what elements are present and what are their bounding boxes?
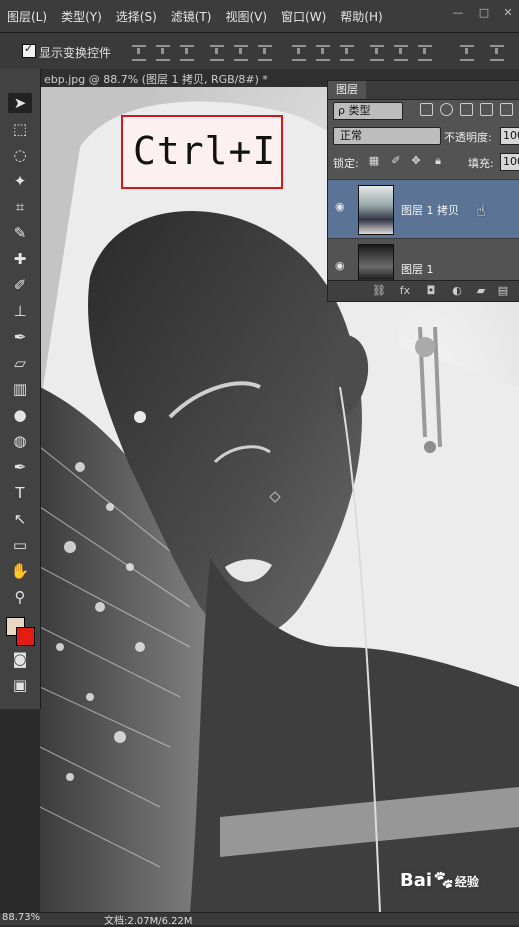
path-selection-tool-icon[interactable]: ↖ [8,509,32,529]
filter-type-icon[interactable] [460,103,473,116]
blur-tool-icon[interactable]: ● [8,405,32,425]
crop-tool-icon[interactable]: ⌗ [8,197,32,217]
close-icon[interactable]: ✕ [498,6,518,22]
clone-stamp-tool-icon[interactable]: ⊥ [8,301,32,321]
show-transform-checkbox[interactable] [22,42,36,58]
align-left-icon[interactable] [210,45,224,61]
new-group-icon[interactable]: ▰ [474,284,488,298]
lasso-tool-icon[interactable]: ◌ [8,145,32,165]
tab-layers[interactable]: 图层 [328,81,366,99]
document-size: 文档:2.07M/6.22M [104,916,193,927]
add-mask-icon[interactable]: ◘ [424,284,438,298]
distribute-top-icon[interactable] [292,45,306,61]
filter-adjustment-icon[interactable] [440,103,453,116]
menu-bar: 图层(L) 类型(Y) 选择(S) 滤镜(T) 视图(V) 窗口(W) 帮助(H… [0,0,519,33]
layer-thumbnail [358,185,394,235]
fill-input[interactable]: 100 [500,153,519,171]
zoom-level[interactable]: 88.73% [2,912,40,923]
pointer-hand-icon: ☝ [476,201,486,220]
new-layer-icon[interactable]: ▤ [496,284,510,298]
menu-type[interactable]: 类型(Y) [54,8,109,25]
shortcut-callout: Ctrl+I [121,115,283,189]
lock-label: 锁定: [333,157,359,170]
layer-style-fx-icon[interactable]: fx [398,284,412,298]
3d-mode-icon[interactable] [490,45,504,61]
background-color-swatch[interactable] [16,627,35,646]
layer-row[interactable]: ◉ 图层 1 拷贝 ☝ [328,179,519,238]
magic-wand-tool-icon[interactable]: ✦ [8,171,32,191]
filter-pixel-icon[interactable] [420,103,433,116]
lock-all-icon[interactable]: 🔒︎ [432,155,444,167]
auto-align-icon[interactable] [460,45,474,61]
link-layers-icon[interactable]: ⛓ [372,284,386,298]
blend-mode-select[interactable]: 正常 [333,127,441,145]
distribute-left-icon[interactable] [370,45,384,61]
visibility-eye-icon[interactable]: ◉ [335,260,349,271]
brush-tool-icon[interactable]: ✐ [8,275,32,295]
opacity-label: 不透明度: [444,131,492,144]
distribute-bottom-icon[interactable] [340,45,354,61]
align-top-icon[interactable] [132,45,146,61]
gradient-tool-icon[interactable]: ▥ [8,379,32,399]
shortcut-callout-text: Ctrl+I [133,129,277,173]
lock-transparent-icon[interactable]: ▦ [368,155,380,167]
screen-mode-icon[interactable]: ▣ [8,675,32,695]
distribute-vcenter-icon[interactable] [316,45,330,61]
filter-smart-object-icon[interactable] [500,103,513,116]
menu-layer[interactable]: 图层(L) [0,8,54,25]
paw-icon: 🐾︎ [432,870,455,891]
dodge-tool-icon[interactable]: ◍ [8,431,32,451]
opacity-input[interactable]: 100 [500,127,519,145]
show-transform-label: 显示变换控件 [39,46,112,60]
zoom-tool-icon[interactable]: ⚲ [8,587,32,607]
filter-shape-icon[interactable] [480,103,493,116]
menu-help[interactable]: 帮助(H) [333,8,389,25]
distribute-hcenter-icon[interactable] [394,45,408,61]
align-hcenter-icon[interactable] [234,45,248,61]
layer-name: 图层 1 拷贝 [401,204,459,217]
minimize-icon[interactable]: — [448,6,468,22]
rectangle-tool-icon[interactable]: ▭ [8,535,32,555]
pen-tool-icon[interactable]: ✒ [8,457,32,477]
layers-panel: 图层 ρ 类型 正常 不透明度: 100 锁定: ▦ ✐ ✥ 🔒︎ 填充: 10… [327,80,519,302]
align-vcenter-icon[interactable] [156,45,170,61]
type-tool-icon[interactable]: T [8,483,32,503]
layer-name: 图层 1 [401,263,434,276]
menu-select[interactable]: 选择(S) [109,8,164,25]
hand-tool-icon[interactable]: ✋ [8,561,32,581]
options-bar: 显示变换控件 [0,33,519,70]
baidu-watermark: Bai🐾︎经验 [400,870,479,891]
status-bar: 88.73% 文档:2.07M/6.22M [0,912,519,927]
fill-label: 填充: [468,157,494,170]
adjustment-layer-icon[interactable]: ◐ [450,284,464,298]
tools-panel: ➤ ⬚ ◌ ✦ ⌗ ✎ ✚ ✐ ⊥ ✒ ▱ ▥ ● ◍ ✒ T ↖ ▭ ✋ ⚲ … [0,69,41,709]
marquee-tool-icon[interactable]: ⬚ [8,119,32,139]
align-bottom-icon[interactable] [180,45,194,61]
history-brush-tool-icon[interactable]: ✒ [8,327,32,347]
healing-brush-tool-icon[interactable]: ✚ [8,249,32,269]
visibility-eye-icon[interactable]: ◉ [335,201,349,212]
distribute-right-icon[interactable] [418,45,432,61]
watermark-brand: Bai [400,870,433,891]
menu-filter[interactable]: 滤镜(T) [164,8,219,25]
eraser-tool-icon[interactable]: ▱ [8,353,32,373]
lock-position-icon[interactable]: ✥ [410,155,422,167]
watermark-brand-tail: 经验 [454,875,479,889]
lock-image-icon[interactable]: ✐ [390,155,402,167]
maximize-icon[interactable]: □ [474,6,494,22]
quick-mask-icon[interactable]: ◙ [8,649,32,669]
menu-view[interactable]: 视图(V) [218,8,274,25]
move-tool-icon[interactable]: ➤ [8,93,32,113]
layer-filter-select[interactable]: ρ 类型 [333,102,403,120]
document-tab-title: ebp.jpg @ 88.7% (图层 1 拷贝, RGB/8#) * [44,73,268,86]
align-right-icon[interactable] [258,45,272,61]
eyedropper-tool-icon[interactable]: ✎ [8,223,32,243]
menu-window[interactable]: 窗口(W) [274,8,333,25]
layers-panel-footer: ⛓ fx ◘ ◐ ▰ ▤ [328,280,519,301]
layers-panel-tabbar: 图层 [328,81,519,100]
